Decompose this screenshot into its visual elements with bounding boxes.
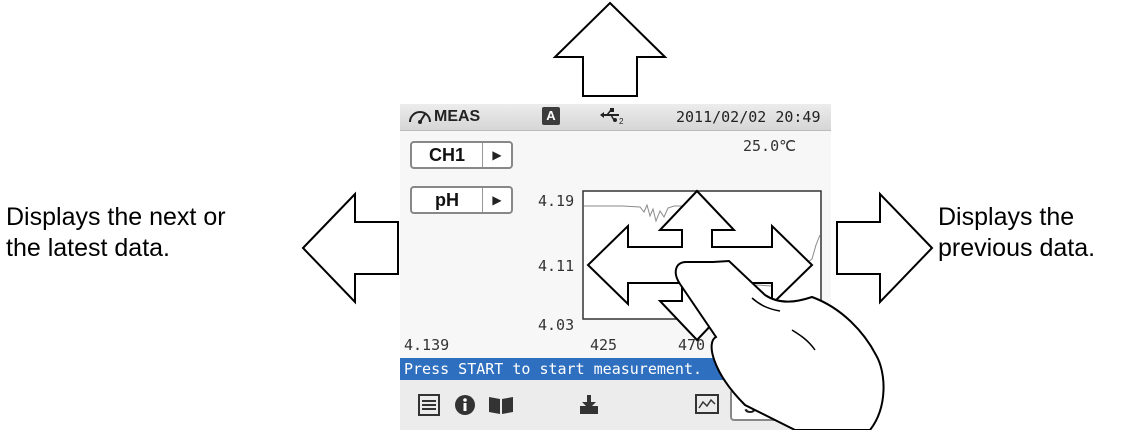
gauge-icon bbox=[409, 111, 431, 124]
left-caption-line2: the latest data. bbox=[6, 234, 171, 262]
datetime: 2011/02/02 20:49 bbox=[676, 108, 821, 126]
book-icon[interactable] bbox=[488, 394, 514, 416]
graph-area[interactable] bbox=[582, 190, 822, 320]
bottom-toolbar: START bbox=[400, 380, 831, 430]
y-tick-label-mid: 4.11 bbox=[538, 257, 575, 275]
right-caption-line1: Displays the bbox=[938, 203, 1075, 231]
temperature-readout: 25.0℃ bbox=[743, 137, 796, 155]
play-icon[interactable]: ▶ bbox=[483, 188, 511, 212]
mode-label: MEAS bbox=[434, 108, 481, 125]
mode-indicator: MEAS bbox=[408, 108, 480, 126]
left-arrow-icon bbox=[301, 191, 399, 305]
parameter-selector[interactable]: pH ▶ bbox=[410, 186, 513, 214]
up-arrow-icon bbox=[552, 1, 668, 97]
download-icon[interactable] bbox=[578, 394, 600, 416]
channel-selector[interactable]: CH1 ▶ bbox=[410, 141, 513, 169]
status-bar: MEAS A 2 2011/02/02 20:49 bbox=[400, 104, 831, 131]
left-caption-line1: Displays the next or bbox=[6, 203, 226, 231]
right-arrow-icon bbox=[836, 191, 934, 305]
play-icon[interactable]: ▶ bbox=[483, 143, 511, 167]
info-icon[interactable] bbox=[454, 394, 476, 416]
x-tick-label-second: 470 bbox=[678, 336, 706, 354]
y-tick-label-top: 4.19 bbox=[538, 192, 575, 210]
svg-text:2: 2 bbox=[619, 117, 624, 125]
start-button[interactable]: START bbox=[730, 389, 824, 421]
message-bar: Press START to start measurement. bbox=[400, 358, 831, 380]
usb-icon: 2 bbox=[599, 107, 625, 129]
parameter-label: pH bbox=[412, 188, 483, 212]
y-tick-label-bottom: 4.03 bbox=[538, 316, 575, 334]
x-tick-label-first: 425 bbox=[590, 336, 618, 354]
right-caption: Displays the previous data. bbox=[938, 202, 1137, 264]
graph-icon[interactable] bbox=[695, 394, 719, 416]
left-caption: Displays the next or the latest data. bbox=[6, 202, 306, 264]
right-caption-line2: previous data. bbox=[938, 234, 1096, 262]
list-icon[interactable] bbox=[418, 394, 440, 416]
device-screen: MEAS A 2 2011/02/02 20:49 25.0℃ CH1 ▶ pH… bbox=[400, 104, 831, 430]
a-badge: A bbox=[542, 107, 560, 125]
channel-label: CH1 bbox=[412, 143, 483, 167]
current-value: 4.139 bbox=[404, 336, 450, 354]
